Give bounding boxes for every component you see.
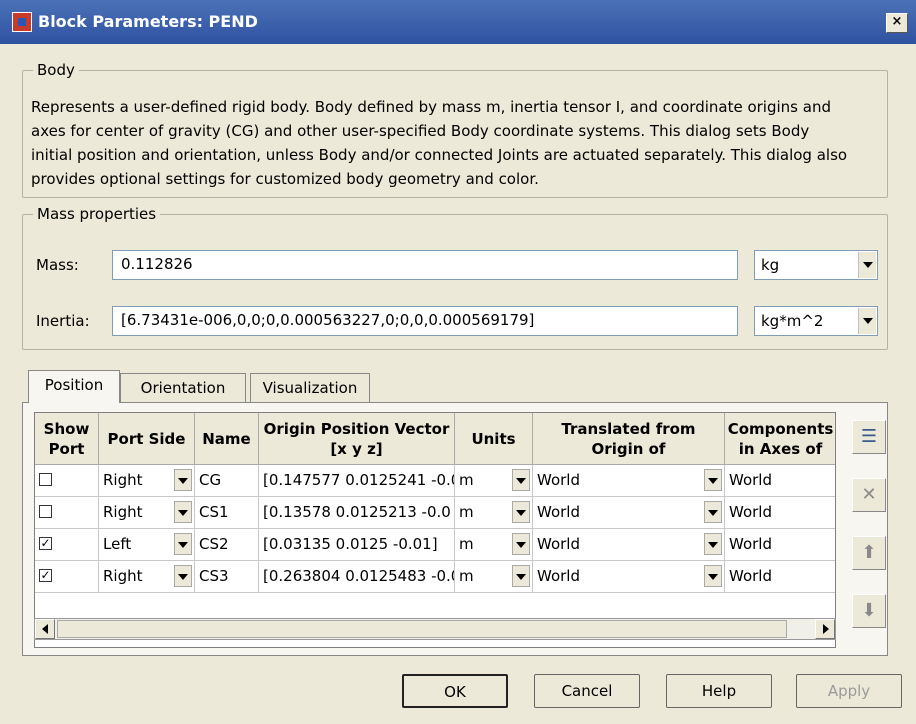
scroll-left-icon[interactable] [35, 619, 55, 639]
show-port-checkbox[interactable]: ✓ [39, 569, 52, 582]
chevron-down-icon[interactable] [512, 565, 530, 587]
column-header-show-port[interactable]: Show Port [35, 413, 99, 465]
inertia-unit-select[interactable]: kg*m^2 [754, 306, 878, 336]
table-row-port-side[interactable]: Right [99, 465, 195, 497]
mass-properties-legend: Mass properties [33, 205, 161, 223]
port-side-value: Right [103, 503, 143, 521]
table-row-translated-from[interactable]: World [533, 561, 725, 593]
table-row-show-port[interactable] [35, 497, 99, 529]
move-up-button[interactable]: ⬆ [852, 536, 886, 570]
mass-label: Mass: [36, 256, 79, 274]
table-row-components[interactable]: World [725, 465, 835, 497]
table-row-show-port[interactable]: ✓ [35, 561, 99, 593]
table-row-translated-from[interactable]: World [533, 465, 725, 497]
scrollbar-thumb[interactable] [57, 620, 787, 638]
port-side-value: Right [103, 471, 143, 489]
horizontal-scrollbar[interactable] [34, 618, 836, 640]
body-group-legend: Body [33, 61, 79, 79]
inertia-unit-value: kg*m^2 [761, 312, 824, 330]
tab-visualization[interactable]: Visualization [250, 373, 370, 403]
translated-from-value: World [537, 471, 580, 489]
units-value: m [459, 471, 474, 489]
chevron-down-icon[interactable] [704, 501, 722, 523]
window-title: Block Parameters: PEND [38, 12, 258, 31]
apply-button[interactable]: Apply [796, 674, 902, 708]
table-row-components[interactable]: World [725, 529, 835, 561]
simulink-block-icon [12, 12, 32, 32]
mass-field[interactable]: 0.112826 [112, 250, 738, 280]
translated-from-value: World [537, 503, 580, 521]
port-side-value: Left [103, 535, 132, 553]
move-down-button[interactable]: ⬇ [852, 594, 886, 628]
table-row-translated-from[interactable]: World [533, 497, 725, 529]
ok-button[interactable]: OK [402, 674, 508, 708]
delete-row-button[interactable]: ✕ [852, 478, 886, 512]
chevron-down-icon[interactable] [704, 469, 722, 491]
table-row-show-port[interactable] [35, 465, 99, 497]
chevron-down-icon[interactable] [174, 565, 192, 587]
help-button[interactable]: Help [666, 674, 772, 708]
cancel-button[interactable]: Cancel [534, 674, 640, 708]
close-button[interactable]: × [886, 13, 908, 33]
chevron-down-icon[interactable] [512, 533, 530, 555]
chevron-down-icon[interactable] [704, 533, 722, 555]
table-row-origin[interactable]: [0.13578 0.0125213 -0.0 [259, 497, 455, 529]
table-row-units[interactable]: m [455, 561, 533, 593]
table-row-origin[interactable]: [0.263804 0.0125483 -0.0 [259, 561, 455, 593]
column-header-origin-position[interactable]: Origin Position Vector [x y z] [259, 413, 455, 465]
inertia-field[interactable]: [6.73431e-006,0,0;0,0.000563227,0;0,0,0.… [112, 306, 738, 336]
body-description: Represents a user-defined rigid body. Bo… [31, 98, 848, 188]
mass-unit-value: kg [761, 256, 780, 274]
chevron-down-icon[interactable] [858, 308, 876, 334]
show-port-checkbox[interactable] [39, 505, 52, 518]
chevron-down-icon[interactable] [174, 469, 192, 491]
units-value: m [459, 535, 474, 553]
table-row-components[interactable]: World [725, 561, 835, 593]
scroll-right-icon[interactable] [815, 619, 835, 639]
table-row-origin[interactable]: [0.147577 0.0125241 -0.0 [259, 465, 455, 497]
table-row-name[interactable]: CG [195, 465, 259, 497]
column-header-name[interactable]: Name [195, 413, 259, 465]
chevron-down-icon[interactable] [704, 565, 722, 587]
show-port-checkbox[interactable] [39, 473, 52, 486]
units-value: m [459, 567, 474, 585]
table-row-name[interactable]: CS1 [195, 497, 259, 529]
port-side-value: Right [103, 567, 143, 585]
chevron-down-icon[interactable] [174, 501, 192, 523]
table-row-origin[interactable]: [0.03135 0.0125 -0.01] [259, 529, 455, 561]
title-bar: Block Parameters: PEND × [0, 0, 916, 44]
mass-unit-select[interactable]: kg [754, 250, 878, 280]
column-header-units[interactable]: Units [455, 413, 533, 465]
table-row-translated-from[interactable]: World [533, 529, 725, 561]
table-row-components[interactable]: World [725, 497, 835, 529]
table-row-port-side[interactable]: Right [99, 561, 195, 593]
translated-from-value: World [537, 535, 580, 553]
translated-from-value: World [537, 567, 580, 585]
table-row-name[interactable]: CS3 [195, 561, 259, 593]
tab-position[interactable]: Position [28, 370, 120, 403]
table-row-name[interactable]: CS2 [195, 529, 259, 561]
table-row-units[interactable]: m [455, 529, 533, 561]
column-header-port-side[interactable]: Port Side [99, 413, 195, 465]
table-row-units[interactable]: m [455, 465, 533, 497]
chevron-down-icon[interactable] [512, 469, 530, 491]
table-row-units[interactable]: m [455, 497, 533, 529]
ports-table: Show Port Port Side Name Origin Position… [34, 412, 836, 648]
table-row-port-side[interactable]: Right [99, 497, 195, 529]
chevron-down-icon[interactable] [512, 501, 530, 523]
units-value: m [459, 503, 474, 521]
chevron-down-icon[interactable] [174, 533, 192, 555]
inertia-label: Inertia: [36, 312, 90, 330]
column-header-translated-from[interactable]: Translated from Origin of [533, 413, 725, 465]
body-group: Body Represents a user-defined rigid bod… [22, 61, 888, 198]
chevron-down-icon[interactable] [858, 252, 876, 278]
tab-orientation[interactable]: Orientation [120, 373, 246, 403]
column-header-components[interactable]: Components in Axes of [725, 413, 835, 465]
table-row-port-side[interactable]: Left [99, 529, 195, 561]
show-port-checkbox[interactable]: ✓ [39, 537, 52, 550]
table-row-show-port[interactable]: ✓ [35, 529, 99, 561]
add-row-button[interactable]: ☰ [852, 420, 886, 454]
